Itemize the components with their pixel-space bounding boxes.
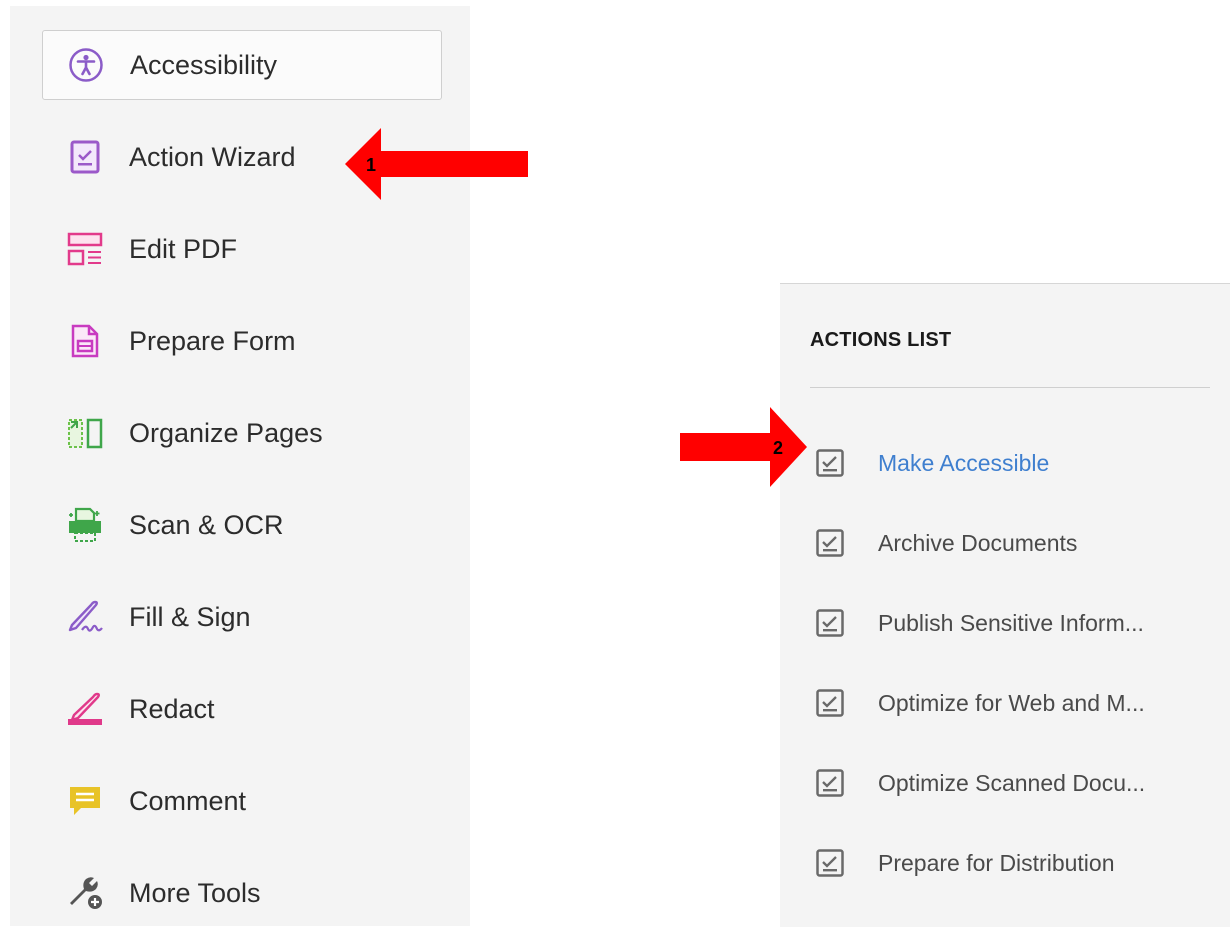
action-prepare-distribution[interactable]: Prepare for Distribution <box>810 838 1220 888</box>
action-optimize-web[interactable]: Optimize for Web and M... <box>810 678 1220 728</box>
tool-label: Fill & Sign <box>129 601 251 632</box>
action-label: Prepare for Distribution <box>878 849 1115 876</box>
action-optimize-scanned[interactable]: Optimize Scanned Docu... <box>810 758 1220 808</box>
tool-label: Accessibility <box>130 49 278 80</box>
scan-ocr-icon <box>65 505 105 545</box>
action-checklist-icon <box>816 849 844 877</box>
tool-redact[interactable]: Redact <box>42 674 442 744</box>
tool-edit-pdf[interactable]: Edit PDF <box>42 214 442 284</box>
annotation-number-2: 2 <box>773 438 784 458</box>
tool-more-tools[interactable]: More Tools <box>42 858 442 928</box>
tool-organize-pages[interactable]: Organize Pages <box>42 398 442 468</box>
actions-list-panel: ACTIONS LIST Make Accessible Archive Doc… <box>780 283 1230 927</box>
action-checklist-icon <box>816 449 844 477</box>
action-label: Publish Sensitive Inform... <box>878 609 1144 636</box>
action-checklist-icon <box>816 529 844 557</box>
tool-fill-sign[interactable]: Fill & Sign <box>42 582 442 652</box>
action-label: Optimize for Web and M... <box>878 689 1145 716</box>
action-checklist-icon <box>816 609 844 637</box>
action-label: Optimize Scanned Docu... <box>878 769 1146 796</box>
tool-comment[interactable]: Comment <box>42 766 442 836</box>
divider <box>810 387 1210 388</box>
action-make-accessible[interactable]: Make Accessible <box>810 438 1220 488</box>
tool-label: Organize Pages <box>129 417 323 448</box>
annotation-number-1: 1 <box>366 155 377 175</box>
tool-accessibility[interactable]: Accessibility <box>42 30 442 100</box>
comment-icon <box>65 781 105 821</box>
action-label: Archive Documents <box>878 529 1078 556</box>
action-wizard-icon <box>65 137 105 177</box>
fill-sign-icon <box>65 597 105 637</box>
action-publish-sensitive[interactable]: Publish Sensitive Inform... <box>810 598 1220 648</box>
prepare-form-icon <box>65 321 105 361</box>
more-tools-icon <box>65 873 105 913</box>
action-label: Make Accessible <box>878 449 1050 476</box>
redact-icon <box>65 689 105 729</box>
action-checklist-icon <box>816 769 844 797</box>
accessibility-icon <box>66 45 106 85</box>
edit-pdf-icon <box>65 229 105 269</box>
tool-label: Prepare Form <box>129 325 296 356</box>
tool-prepare-form[interactable]: Prepare Form <box>42 306 442 376</box>
action-checklist-icon <box>816 689 844 717</box>
annotation-arrow-2 <box>680 407 807 487</box>
organize-pages-icon <box>65 413 105 453</box>
tool-scan-ocr[interactable]: Scan & OCR <box>42 490 442 560</box>
tool-label: More Tools <box>129 877 261 908</box>
action-archive-documents[interactable]: Archive Documents <box>810 518 1220 568</box>
actions-list-title: ACTIONS LIST <box>810 329 952 351</box>
tool-label: Edit PDF <box>129 233 238 264</box>
tool-label: Comment <box>129 785 247 816</box>
tool-label: Action Wizard <box>129 141 296 172</box>
tool-label: Redact <box>129 693 215 724</box>
tool-label: Scan & OCR <box>129 509 284 540</box>
